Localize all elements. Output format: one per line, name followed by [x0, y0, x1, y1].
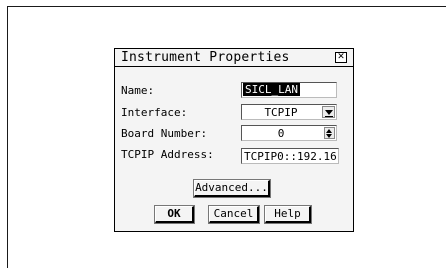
close-icon[interactable]: ✕	[335, 52, 347, 63]
help-button[interactable]: Help	[264, 205, 312, 224]
advanced-button[interactable]: Advanced...	[193, 179, 271, 198]
tcpip-address-value: TCPIP0::192.168	[244, 150, 336, 163]
tcpip-address-label: TCPIP Address:	[121, 148, 214, 161]
dialog-titlebar: Instrument Properties ✕	[115, 49, 353, 67]
dialog-title: Instrument Properties	[121, 50, 290, 65]
name-label: Name:	[121, 84, 155, 97]
board-number-value: 0	[277, 127, 285, 140]
interface-label: Interface:	[121, 106, 188, 119]
name-input[interactable]: SICL_LAN	[241, 82, 337, 98]
cancel-button[interactable]: Cancel	[208, 205, 260, 224]
board-number-stepper[interactable]: 0	[241, 125, 337, 141]
board-number-label: Board Number:	[121, 127, 208, 140]
interface-select[interactable]: TCPIP	[241, 104, 337, 120]
spinner-arrows-icon[interactable]	[324, 127, 335, 139]
ok-button[interactable]: OK	[154, 205, 195, 224]
tcpip-address-input[interactable]: TCPIP0::192.168	[241, 148, 339, 164]
name-value: SICL_LAN	[243, 83, 300, 96]
chevron-down-icon[interactable]	[322, 106, 335, 118]
interface-value: TCPIP	[264, 106, 298, 119]
instrument-properties-dialog: Instrument Properties ✕ Name: SICL_LAN I…	[114, 48, 354, 232]
